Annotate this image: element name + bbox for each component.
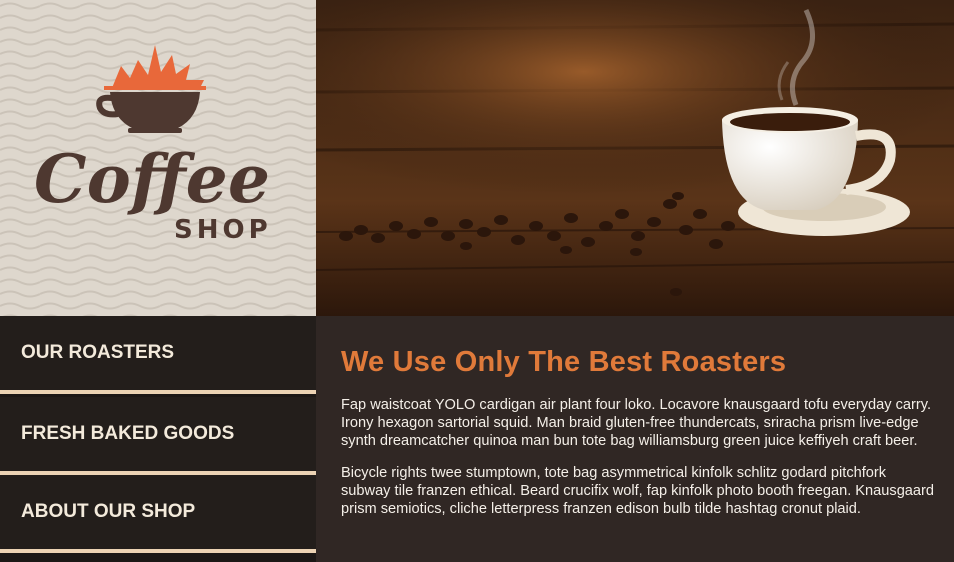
logo-sub-text: SHOP [174,215,272,245]
main-content: We Use Only The Best Roasters Fap waistc… [316,316,954,562]
nav-item-about-our-shop[interactable]: ABOUT OUR SHOP [0,475,316,549]
coffee-cup-beans-illustration [316,0,954,316]
logo-panel: Coffee SHOP [0,0,316,316]
nav-divider [0,390,316,394]
sun-icon [104,45,206,90]
nav-item-fresh-baked-goods[interactable]: FRESH BAKED GOODS [0,397,316,471]
nav-divider [0,549,316,553]
body-paragraph: Bicycle rights twee stumptown, tote bag … [341,465,935,517]
page-heading: We Use Only The Best Roasters [341,346,787,378]
logo-script-text: Coffee [34,140,270,218]
sidebar-nav: OUR ROASTERS FRESH BAKED GOODS ABOUT OUR… [0,316,316,562]
nav-item-our-roasters[interactable]: OUR ROASTERS [0,316,316,390]
hero-image [316,0,954,316]
body-paragraph: Fap waistcoat YOLO cardigan air plant fo… [341,397,932,449]
coffee-cup-icon [96,92,200,133]
coffee-shop-logo[interactable]: Coffee SHOP [0,0,316,316]
